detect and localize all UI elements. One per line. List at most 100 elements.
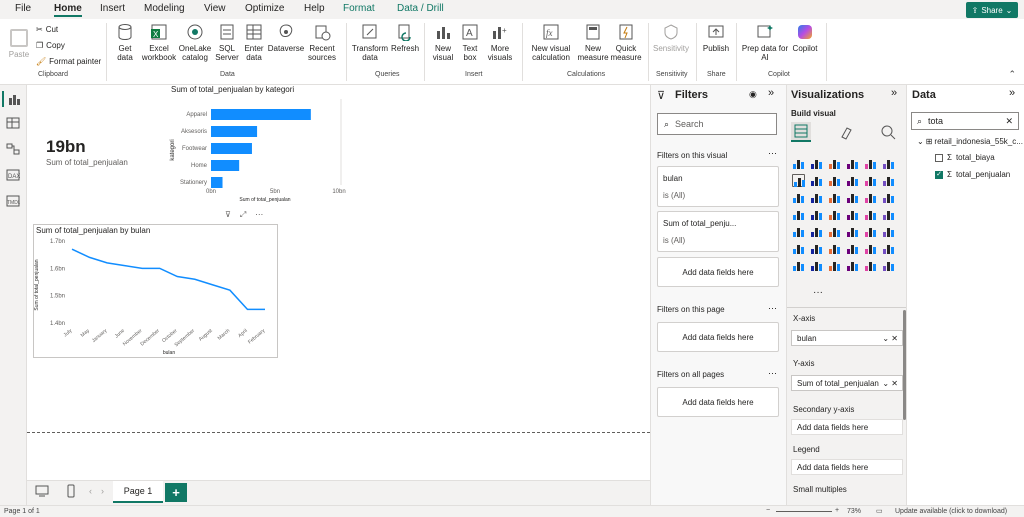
collapse-ribbon-icon[interactable]: ⌃ (1008, 69, 1016, 80)
new-visual-button[interactable]: New visual (429, 23, 457, 62)
field-checkbox[interactable] (935, 153, 943, 162)
collapse-data-icon[interactable]: » (1009, 87, 1015, 99)
excel-workbook-button[interactable]: X Excel workbook (140, 23, 178, 62)
stacked-area-chart-icon[interactable] (828, 174, 841, 187)
data-table-node[interactable]: ⌄ ⊞ retail_indonesia_55k_c... (917, 137, 1023, 146)
field-total-penjualan[interactable]: ✓ Σ total_penjualan (935, 170, 1010, 179)
update-notice[interactable]: Update available (click to download) (895, 508, 1007, 515)
add-all-pages-filter-field[interactable]: Add data fields here (657, 387, 779, 417)
format-visual-tab[interactable] (839, 124, 855, 142)
table-view-icon[interactable] (6, 117, 20, 129)
line-and-clustered-column-chart-icon[interactable] (882, 174, 895, 187)
chevron-down-icon[interactable]: ⌄ ✕ (882, 334, 898, 343)
multi-row-card-icon[interactable] (810, 225, 823, 238)
line-chart-icon[interactable] (792, 174, 805, 187)
copilot-button[interactable]: Copilot (790, 23, 820, 53)
y-axis-well[interactable]: Sum of total_penjualan ⌄ ✕ (791, 375, 903, 391)
menu-file[interactable]: File (15, 3, 31, 14)
power-automate-icon[interactable] (828, 259, 841, 272)
focus-mode-icon[interactable]: ⤢ (240, 210, 246, 220)
build-visual-tab[interactable] (791, 122, 811, 142)
recent-sources-button[interactable]: Recent sources (305, 23, 339, 62)
treemap-icon[interactable] (792, 208, 805, 221)
filters-search-input[interactable]: ⌕ Search (657, 113, 777, 135)
fit-to-page-icon[interactable]: ▭ (876, 507, 883, 515)
shape-map-icon[interactable] (882, 259, 895, 272)
table-icon[interactable] (864, 225, 877, 238)
100-stacked-area-chart-icon[interactable] (846, 174, 859, 187)
field-checkbox-checked[interactable]: ✓ (935, 170, 943, 179)
scroll-right-icon[interactable]: › (101, 486, 104, 496)
legend-well[interactable]: Add data fields here (791, 459, 903, 475)
matrix-icon[interactable] (882, 225, 895, 238)
kpi-icon[interactable] (828, 225, 841, 238)
mobile-layout-icon[interactable] (67, 484, 75, 500)
menu-home[interactable]: Home (54, 3, 82, 17)
line-chart-visual[interactable]: Sum of total_penjualan by bulan 1.4bn 1.5… (33, 224, 278, 358)
quick-measure-button[interactable]: Quick measure (610, 23, 642, 62)
desktop-layout-icon[interactable] (35, 485, 49, 499)
more-options-icon[interactable]: ⋯ (768, 148, 777, 159)
arcgis-map-icon[interactable] (864, 208, 877, 221)
new-measure-button[interactable]: New measure (577, 23, 609, 62)
menu-insert[interactable]: Insert (100, 3, 125, 14)
gauge-icon[interactable] (882, 208, 895, 221)
cut-button[interactable]: ✂ Cut (36, 25, 58, 34)
copy-button[interactable]: ❐ Copy (36, 41, 65, 50)
sensitivity-button[interactable]: Sensitivity (652, 23, 690, 53)
bar-chart-visual[interactable]: Sum of total_penjualan by kategori Appar… (169, 85, 369, 220)
menu-format[interactable]: Format (343, 3, 375, 14)
clustered-bar-chart-icon[interactable] (828, 157, 841, 170)
pie-chart-icon[interactable] (864, 191, 877, 204)
filter-card-bulan[interactable]: bulan is (All) (657, 166, 779, 207)
share-button[interactable]: ⇪ Share ⌄ (966, 2, 1018, 18)
add-page-button[interactable]: + (165, 483, 187, 502)
tmdl-view-icon[interactable]: TMDL (6, 195, 21, 207)
analytics-tab[interactable] (880, 124, 896, 142)
secondary-y-axis-well[interactable]: Add data fields here (791, 419, 903, 435)
collapse-visualizations-icon[interactable]: » (891, 87, 897, 99)
clear-search-icon[interactable]: ✕ (1005, 116, 1013, 127)
donut-chart-icon[interactable] (882, 191, 895, 204)
qna-icon[interactable] (864, 242, 877, 255)
format-painter-button[interactable]: 🖌 Format painter (36, 57, 101, 66)
menu-modeling[interactable]: Modeling (144, 3, 185, 14)
r-visual-icon[interactable] (792, 242, 805, 255)
zoom-slider[interactable] (776, 511, 832, 512)
scatter-chart-icon[interactable] (846, 191, 859, 204)
waterfall-chart-icon[interactable] (810, 191, 823, 204)
get-more-visuals-icon[interactable] (846, 259, 859, 272)
more-visuals-icon[interactable]: ··· (813, 287, 823, 298)
decomposition-tree-icon[interactable] (846, 242, 859, 255)
more-options-icon[interactable]: ⋯ (768, 368, 777, 379)
menu-help[interactable]: Help (304, 3, 325, 14)
eye-icon[interactable]: ◉ (749, 89, 757, 100)
refresh-button[interactable]: Refresh (391, 23, 419, 53)
stacked-column-chart-icon[interactable] (810, 157, 823, 170)
tab-page-1[interactable]: Page 1 (113, 481, 163, 503)
publish-button[interactable]: Publish (701, 23, 731, 53)
map-icon[interactable] (810, 208, 823, 221)
collapse-filters-icon[interactable]: » (768, 87, 774, 99)
more-options-icon[interactable]: ⋯ (768, 303, 777, 314)
sql-server-button[interactable]: SQL Server (214, 23, 240, 62)
report-canvas[interactable]: 19bn Sum of total_penjualan Sum of total… (27, 85, 650, 480)
100-stacked-bar-chart-icon[interactable] (864, 157, 877, 170)
menu-view[interactable]: View (204, 3, 226, 14)
get-data-button[interactable]: Get data (111, 23, 139, 62)
add-visual-filter-field[interactable]: Add data fields here (657, 257, 779, 287)
paste-button[interactable]: Paste (6, 23, 32, 59)
filled-map-icon[interactable] (828, 208, 841, 221)
x-axis-well[interactable]: bulan ⌄ ✕ (791, 330, 903, 346)
report-view-icon[interactable] (2, 91, 24, 107)
zoom-in-icon[interactable]: + (835, 507, 839, 514)
dax-query-view-icon[interactable]: DAX (6, 169, 20, 181)
line-and-stacked-column-chart-icon[interactable] (864, 174, 877, 187)
ribbon-chart-icon[interactable] (792, 191, 805, 204)
enter-data-button[interactable]: Enter data (241, 23, 267, 62)
narrative-icon[interactable] (882, 242, 895, 255)
stacked-bar-chart-icon[interactable] (792, 157, 805, 170)
text-box-button[interactable]: A Text box (458, 23, 482, 62)
filter-card-sum[interactable]: Sum of total_penju... is (All) (657, 211, 779, 252)
power-apps-icon[interactable] (810, 259, 823, 272)
